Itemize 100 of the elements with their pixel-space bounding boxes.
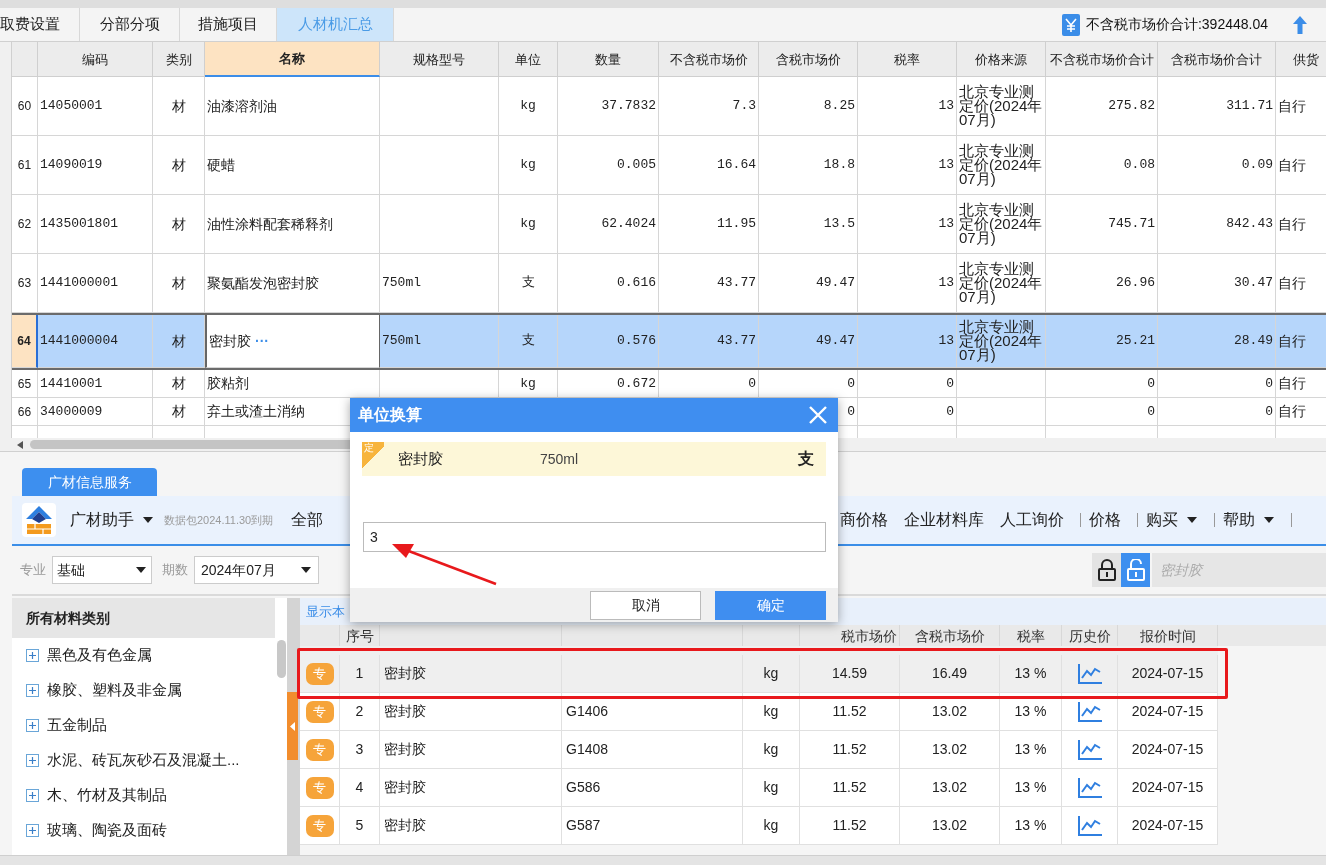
table-cell: 49.47: [759, 315, 858, 368]
expand-icon: [26, 824, 39, 837]
table-cell: 13: [858, 315, 957, 368]
item-name: 密封胶: [398, 448, 444, 469]
column-header[interactable]: 含税市场价合计: [1158, 42, 1276, 77]
dropdown-value: 基础: [57, 560, 85, 580]
column-header[interactable]: 序号: [345, 627, 374, 644]
table-cell: 5: [340, 807, 380, 845]
lock-icon: [1096, 559, 1117, 581]
table-cell: 11.52: [800, 807, 900, 845]
field-label: 专业: [20, 561, 46, 580]
table-cell: 材: [153, 398, 205, 426]
table-cell: 2024-07-15: [1118, 807, 1218, 845]
specialty-dropdown[interactable]: 基础: [52, 556, 152, 584]
category-item[interactable]: 五金制品: [47, 714, 107, 737]
column-header[interactable]: 价格来源: [957, 42, 1046, 77]
expand-icon: [26, 789, 39, 802]
table-cell: kg: [743, 807, 800, 845]
category-item[interactable]: 橡胶、塑料及非金属: [47, 679, 182, 702]
expand-icon: [26, 649, 39, 662]
unlock-icon: [1125, 559, 1146, 581]
tab[interactable]: 取费设置: [0, 8, 80, 41]
conversion-input[interactable]: 3: [363, 522, 826, 552]
menu-item[interactable]: 帮助: [1223, 508, 1275, 532]
caret-icon: [1263, 515, 1275, 525]
dropdown-value: 2024年07月: [201, 560, 276, 580]
table-cell: G587: [562, 807, 743, 845]
caret-icon: [142, 515, 154, 525]
category-item[interactable]: 木、竹材及其制品: [47, 784, 167, 807]
table-cell: 北京专业测定价(2024年07月): [957, 315, 1046, 368]
table-cell: 25.21: [1046, 315, 1158, 368]
column-header[interactable]: 单位: [499, 42, 558, 77]
badge-label: 定: [364, 442, 374, 454]
column-header[interactable]: 规格型号: [380, 42, 499, 77]
column-header[interactable]: 含税市场价: [759, 42, 858, 77]
table-cell: 13.02: [900, 807, 1000, 845]
item-spec: 750ml: [540, 449, 579, 469]
caret-icon: [300, 565, 312, 575]
collapse-handle[interactable]: [287, 692, 298, 760]
up-arrow-icon: [1292, 14, 1308, 35]
close-icon: [808, 405, 828, 425]
category-item[interactable]: 黑色及有色金属: [47, 644, 152, 667]
history-price-button[interactable]: [1062, 807, 1118, 845]
table-cell: 自行: [1276, 315, 1326, 368]
source-badge: 专: [305, 814, 334, 837]
column-header[interactable]: 税率: [858, 42, 957, 77]
category-item[interactable]: 玻璃、陶瓷及面砖: [47, 819, 167, 842]
column-header[interactable]: 供货: [1276, 42, 1326, 77]
expand-icon: [26, 684, 39, 697]
table-cell: 43.77: [659, 315, 759, 368]
source-badge: 专: [305, 700, 334, 723]
menu-item[interactable]: 企业材料库: [904, 508, 984, 532]
line-chart-icon: [1076, 700, 1103, 723]
source-badge: 专: [305, 776, 334, 799]
scroll-left-icon: [16, 439, 24, 450]
source-badge: 专: [305, 662, 334, 685]
line-chart-icon: [1076, 738, 1103, 761]
menu-item[interactable]: 商价格: [840, 508, 888, 532]
category-item[interactable]: 水泥、砖瓦灰砂石及混凝土...: [47, 749, 240, 772]
column-header[interactable]: 税市场价: [841, 627, 897, 644]
category-header: 所有材料类别: [12, 598, 275, 638]
source-badge: 专: [305, 738, 334, 761]
currency-icon: [1061, 13, 1080, 36]
column-header[interactable]: 报价时间: [1139, 627, 1196, 644]
table-cell: 0: [858, 398, 957, 426]
menu-item[interactable]: 人工询价: [1000, 508, 1064, 532]
menu-item[interactable]: 购买: [1146, 508, 1198, 532]
table-cell: 0: [1046, 398, 1158, 426]
table-cell: 13 %: [1000, 807, 1062, 845]
table-cell: 1441000004: [38, 315, 153, 368]
tab[interactable]: 分部分项: [80, 8, 180, 41]
cancel-button[interactable]: 取消: [590, 590, 701, 620]
editing-cell[interactable]: 密封胶 ···: [205, 315, 380, 368]
cell-text: 密封胶: [209, 331, 251, 351]
column-header[interactable]: 编码: [38, 42, 153, 77]
scrollbar-thumb[interactable]: [276, 640, 286, 678]
search-field[interactable]: 密封胶: [1152, 553, 1326, 587]
menu-item[interactable]: 全部: [291, 508, 324, 532]
summary-total: 不含税市场价合计:392448.04: [1085, 15, 1268, 34]
column-header[interactable]: 历史价: [1068, 627, 1111, 644]
column-header[interactable]: 不含税市场价合计: [1046, 42, 1158, 77]
column-header[interactable]: 数量: [558, 42, 659, 77]
table-cell: 0: [1158, 398, 1276, 426]
menu-item[interactable]: 价格: [1089, 508, 1121, 532]
table-cell: 0.576: [558, 315, 659, 368]
column-header[interactable]: 类别: [153, 42, 205, 77]
expand-icon: [26, 719, 39, 732]
collapse-icon: [290, 721, 295, 731]
lock-toggle[interactable]: [1121, 553, 1150, 587]
line-chart-icon: [1076, 814, 1103, 837]
table-cell: 自行: [1276, 398, 1326, 426]
line-chart-icon: [1076, 776, 1103, 799]
column-header[interactable]: 不含税市场价: [659, 42, 759, 77]
row-number: 66: [12, 398, 38, 426]
period-dropdown[interactable]: 2024年07月: [194, 556, 319, 584]
column-header[interactable]: 名称: [205, 42, 380, 77]
table-cell: 支: [499, 315, 558, 368]
column-header[interactable]: 税率: [1016, 627, 1045, 644]
column-header[interactable]: 含税市场价: [914, 627, 985, 644]
field-label: 期数: [162, 561, 188, 580]
